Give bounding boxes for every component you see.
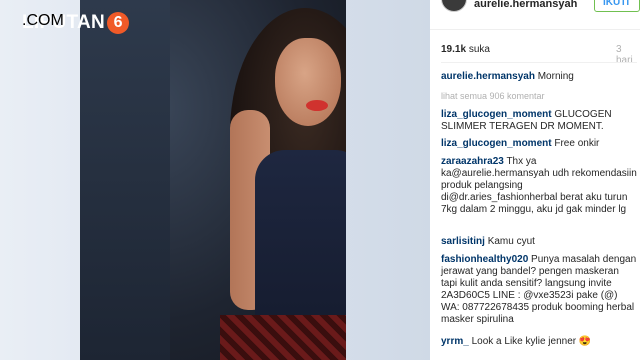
comment-username[interactable]: liza_glucogen_moment — [441, 138, 552, 149]
post-header: aurelie.hermansyah IKUTI — [430, 0, 640, 30]
post-sidebar: aurelie.hermansyah IKUTI 19.1k suka 3 ha… — [430, 0, 640, 360]
divider — [441, 62, 637, 63]
logo-domain: .COM — [22, 12, 64, 29]
comment-item: fashionhealthy020 Punya masalah dengan j… — [441, 254, 637, 326]
caption-text: Morning — [537, 71, 574, 82]
avatar[interactable] — [441, 0, 467, 12]
comment-item: sarlisitinj Kamu cyut — [441, 236, 637, 248]
comment-item: yrrm_ Look a Like kylie jenner 😍 — [441, 336, 637, 348]
logo-badge: 6 — [107, 12, 130, 34]
view-all-comments-link[interactable]: lihat semua 906 komentar — [441, 91, 545, 101]
photo-lips — [306, 100, 328, 111]
comment-item: zaraazahra23 Thx ya ka@aurelie.hermansya… — [441, 156, 637, 216]
comment-username[interactable]: sarlisitinj — [441, 236, 485, 247]
comment-item: liza_glucogen_moment Free onkir — [441, 138, 637, 150]
post-caption: aurelie.hermansyah Morning — [441, 71, 637, 83]
comment-username[interactable]: yrrm_ — [441, 336, 469, 347]
comment-text: Look a Like kylie jenner 😍 — [471, 336, 592, 347]
comment-text: Kamu cyut — [487, 236, 535, 247]
photo-background-door — [80, 0, 170, 360]
post-photo[interactable] — [80, 0, 346, 360]
photo-skirt — [220, 315, 346, 360]
post-username[interactable]: aurelie.hermansyah — [474, 0, 577, 10]
likes-suffix: suka — [468, 44, 490, 55]
follow-button[interactable]: IKUTI — [594, 0, 640, 12]
comment-username[interactable]: liza_glucogen_moment — [441, 109, 552, 120]
comment-text: Free onkir — [554, 138, 600, 149]
comment-username[interactable]: zaraazahra23 — [441, 156, 504, 167]
caption-username[interactable]: aurelie.hermansyah — [441, 71, 535, 82]
comment-username[interactable]: fashionhealthy020 — [441, 254, 528, 265]
comment-item: liza_glucogen_moment GLUCOGEN SLIMMER TE… — [441, 109, 637, 133]
photo-face — [275, 38, 341, 126]
likes-number: 19.1k — [441, 44, 467, 55]
likes-count: 19.1k suka — [441, 44, 490, 55]
